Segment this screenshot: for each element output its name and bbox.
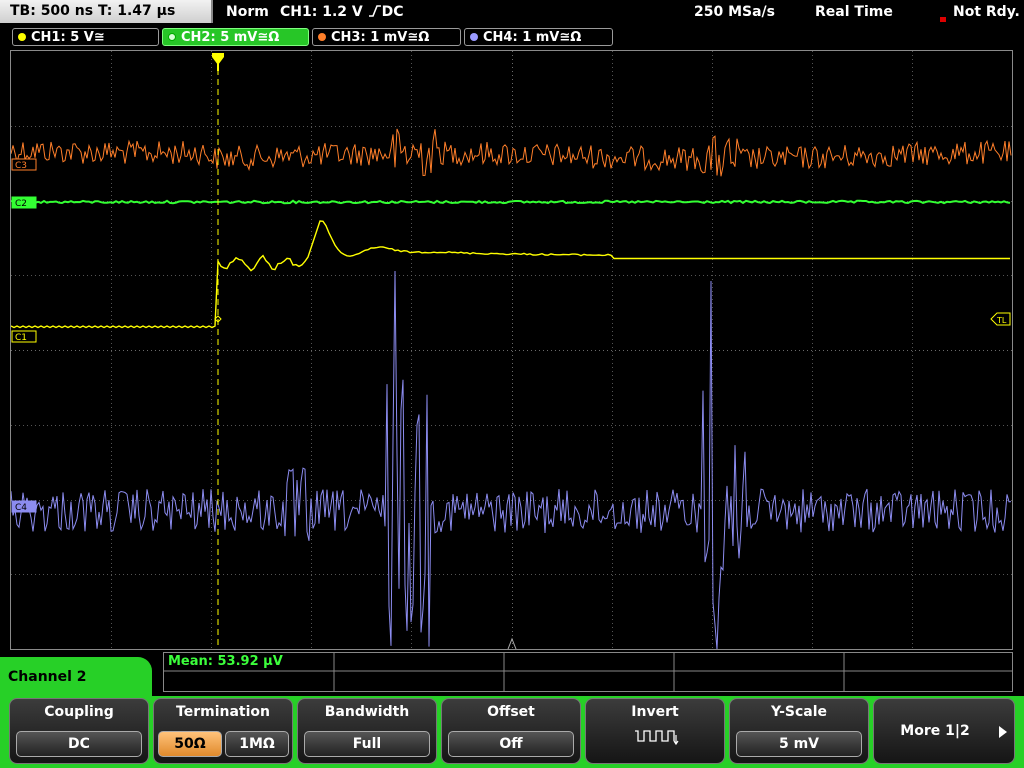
bandwidth-softkey[interactable]: Bandwidth Full [297, 698, 437, 764]
offset-value[interactable]: Off [448, 731, 574, 757]
trigger-mode[interactable]: Norm [226, 0, 269, 24]
more-softkey[interactable]: More 1|2 [873, 698, 1015, 764]
acquisition-mode[interactable]: Real Time [815, 0, 893, 24]
bandwidth-value[interactable]: Full [304, 731, 430, 757]
channel-tab-ch4[interactable]: CH4: 1 mV≅Ω [464, 28, 613, 46]
measurement-panel [163, 652, 1013, 692]
trigger-position-icon[interactable] [212, 53, 224, 71]
termination-softkey[interactable]: Termination 50Ω 1MΩ [153, 698, 293, 764]
channel-tab-label: CH3: 1 mV≅Ω [331, 30, 430, 45]
svg-text:C1: C1 [15, 333, 27, 343]
y-scale-value[interactable]: 5 mV [736, 731, 862, 757]
measurement-grid [164, 653, 1012, 691]
ch2-trace [11, 199, 1011, 205]
channel-tab-ch3[interactable]: CH3: 1 mV≅Ω [312, 28, 461, 46]
termination-50ohm-option[interactable]: 50Ω [158, 731, 222, 757]
channel-tab-label: CH4: 1 mV≅Ω [483, 30, 582, 45]
invert-title: Invert [631, 704, 679, 720]
ch3-dot-icon [318, 33, 326, 41]
menu-title: Channel 2 [0, 657, 152, 699]
termination-title: Termination [176, 704, 270, 720]
rising-edge-icon [368, 1, 382, 17]
ch3-marker[interactable]: C3 [11, 158, 37, 171]
ch2-dot-icon [168, 33, 176, 41]
ch1-trace [11, 220, 1010, 329]
trigger-setting-text: CH1: 1.2 V [280, 4, 363, 20]
channel-tab-ch2[interactable]: CH2: 5 mV≅Ω [162, 28, 309, 46]
channel-tab-ch1[interactable]: CH1: 5 V≅ [12, 28, 159, 46]
status-indicator-icon [940, 17, 946, 22]
svg-text:C3: C3 [15, 161, 27, 171]
channel-tab-label: CH1: 5 V≅ [31, 30, 105, 45]
ch2-marker[interactable]: C2 [11, 196, 37, 209]
ch4-marker[interactable]: C4 [11, 500, 37, 513]
offset-softkey[interactable]: Offset Off [441, 698, 581, 764]
offset-title: Offset [487, 704, 535, 720]
svg-text:C2: C2 [15, 199, 27, 209]
next-page-arrow-icon [999, 726, 1007, 738]
invert-waveform-icon [635, 730, 679, 746]
svg-text:TL: TL [996, 316, 1007, 325]
trigger-level-marker[interactable]: TL [990, 312, 1011, 326]
channel-tab-label: CH2: 5 mV≅Ω [181, 30, 280, 45]
ch1-marker[interactable]: C1 [11, 330, 37, 343]
more-label: More 1|2 [900, 723, 970, 739]
ch4-dot-icon [470, 33, 478, 41]
waveform-canvas: C3 C2 C1 C4 TL [11, 51, 1012, 649]
ch3-trace [11, 128, 1012, 177]
ready-status: Not Rdy. [953, 4, 1020, 20]
graticule [11, 51, 1012, 649]
coupling-value[interactable]: DC [16, 731, 142, 757]
trigger-coupling: DC [381, 4, 404, 20]
termination-1mohm-option[interactable]: 1MΩ [225, 731, 289, 757]
coupling-softkey[interactable]: Coupling DC [9, 698, 149, 764]
trigger-setting[interactable]: CH1: 1.2 V DC [280, 0, 404, 24]
invert-softkey[interactable]: Invert [585, 698, 725, 764]
waveform-display[interactable]: C3 C2 C1 C4 TL [10, 50, 1013, 650]
y-scale-softkey[interactable]: Y-Scale 5 mV [729, 698, 869, 764]
mean-measurement[interactable]: Mean: 53.92 µV [168, 654, 283, 669]
ch1-dot-icon [18, 33, 26, 41]
svg-text:C4: C4 [15, 503, 27, 513]
coupling-title: Coupling [44, 704, 114, 720]
sample-rate: 250 MSa/s [694, 4, 776, 20]
bandwidth-title: Bandwidth [324, 704, 410, 720]
ch4-trace [11, 270, 1012, 649]
timebase-readout[interactable]: TB: 500 ns T: 1.47 µs [0, 0, 213, 23]
y-scale-title: Y-Scale [770, 704, 827, 720]
